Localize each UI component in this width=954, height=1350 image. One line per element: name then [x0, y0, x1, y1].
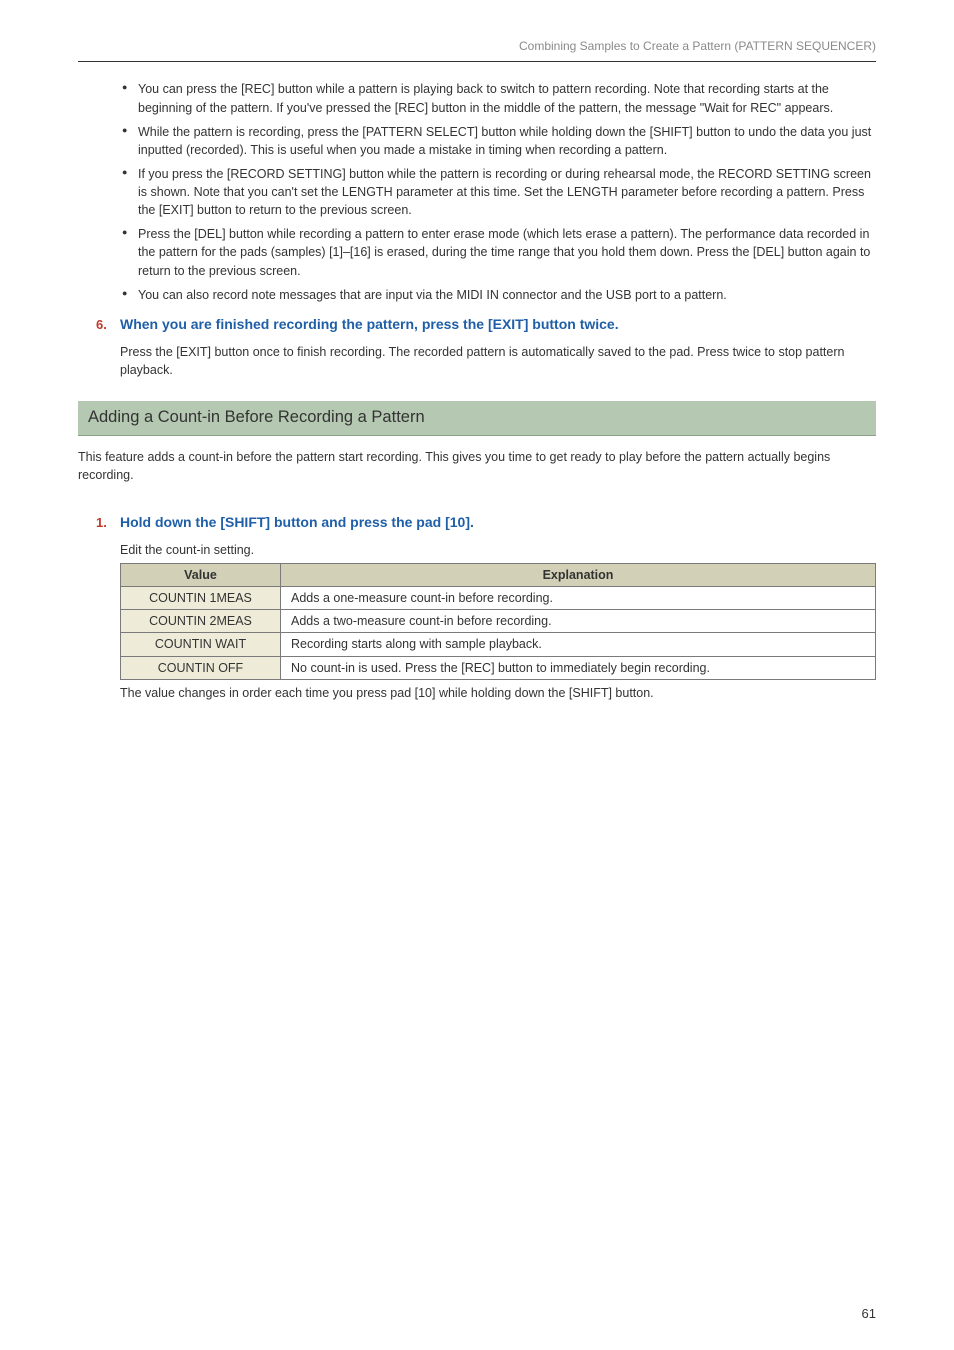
cell-value: COUNTIN 1MEAS	[121, 587, 281, 610]
col-header-explanation: Explanation	[281, 564, 876, 587]
breadcrumb: Combining Samples to Create a Pattern (P…	[78, 38, 876, 55]
section-intro: This feature adds a count-in before the …	[78, 448, 876, 484]
step-title: When you are finished recording the patt…	[120, 314, 619, 334]
table-lead-text: Edit the count-in setting.	[120, 541, 876, 559]
cell-value: COUNTIN WAIT	[121, 633, 281, 656]
table-row: COUNTIN 2MEAS Adds a two-measure count-i…	[121, 610, 876, 633]
section-heading: Adding a Count-in Before Recording a Pat…	[78, 401, 876, 436]
step-6: 6. When you are finished recording the p…	[96, 314, 876, 335]
step-number: 6.	[96, 316, 120, 335]
page-number: 61	[862, 1305, 876, 1324]
list-item: While the pattern is recording, press th…	[122, 123, 876, 159]
list-item: If you press the [RECORD SETTING] button…	[122, 165, 876, 219]
table-header-row: Value Explanation	[121, 564, 876, 587]
step-title: Hold down the [SHIFT] button and press t…	[120, 512, 474, 532]
cell-value: COUNTIN 2MEAS	[121, 610, 281, 633]
cell-explanation: Adds a one-measure count-in before recor…	[281, 587, 876, 610]
step-number: 1.	[96, 514, 120, 533]
table-row: COUNTIN WAIT Recording starts along with…	[121, 633, 876, 656]
bullet-list: You can press the [REC] button while a p…	[78, 80, 876, 303]
table-tail-text: The value changes in order each time you…	[120, 684, 876, 702]
table-row: COUNTIN OFF No count-in is used. Press t…	[121, 656, 876, 679]
list-item: You can press the [REC] button while a p…	[122, 80, 876, 116]
step-1: 1. Hold down the [SHIFT] button and pres…	[96, 512, 876, 533]
cell-explanation: No count-in is used. Press the [REC] but…	[281, 656, 876, 679]
cell-explanation: Adds a two-measure count-in before recor…	[281, 610, 876, 633]
step-description: Press the [EXIT] button once to finish r…	[120, 343, 876, 379]
table-row: COUNTIN 1MEAS Adds a one-measure count-i…	[121, 587, 876, 610]
list-item: Press the [DEL] button while recording a…	[122, 225, 876, 279]
col-header-value: Value	[121, 564, 281, 587]
countin-table: Value Explanation COUNTIN 1MEAS Adds a o…	[120, 563, 876, 680]
cell-explanation: Recording starts along with sample playb…	[281, 633, 876, 656]
cell-value: COUNTIN OFF	[121, 656, 281, 679]
list-item: You can also record note messages that a…	[122, 286, 876, 304]
header-rule	[78, 61, 876, 62]
